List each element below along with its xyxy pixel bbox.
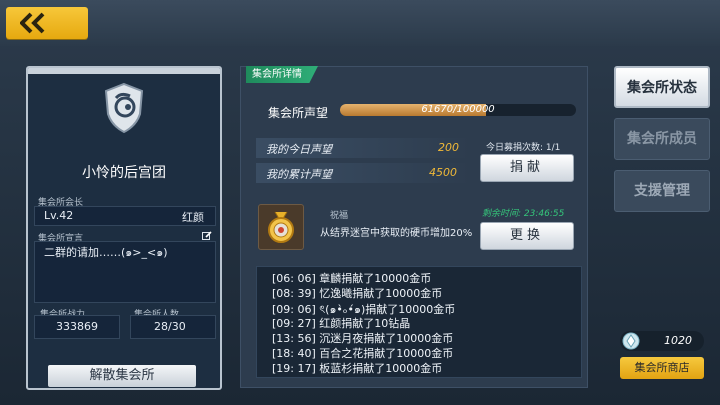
back-button[interactable] (6, 7, 88, 39)
gem-icon (622, 332, 640, 350)
guild-name: 小怜的后宫团 (82, 165, 166, 181)
leader-level: Lv.42 (44, 209, 74, 222)
blessing-medal-icon (268, 211, 294, 243)
reputation-text: 61670/100000 (421, 104, 495, 115)
donate-button[interactable]: 捐献 (480, 154, 574, 182)
tab-support-management[interactable]: 支援管理 (614, 170, 710, 212)
edit-icon[interactable] (202, 231, 212, 241)
guild-shop-button[interactable]: 集会所商店 (620, 357, 704, 379)
back-arrow-icon (20, 12, 45, 34)
tab-guild-status[interactable]: 集会所状态 (614, 66, 710, 108)
blessing-title: 祝福 (330, 211, 349, 221)
disband-button[interactable]: 解散集会所 (48, 365, 196, 387)
detail-tab: 集会所详情 (246, 66, 318, 83)
guild-emblem-icon (104, 82, 144, 134)
currency-value: 1020 (664, 334, 692, 347)
total-reputation-value: 4500 (429, 166, 457, 179)
remaining-time: 剩余时间: 23:46:55 (482, 209, 565, 219)
change-button[interactable]: 更换 (480, 222, 574, 250)
log-line: [19: 17] 板蓝杉捐献了10000金币 (272, 362, 443, 375)
total-reputation-label: 我的累计声望 (266, 168, 332, 181)
leader-name: 红颜 (182, 211, 204, 224)
log-line: [13: 56] 沉迷月夜捐献了10000金币 (272, 332, 454, 345)
log-line: [09: 27] 红颜捐献了10钻晶 (272, 317, 411, 330)
guild-card (26, 66, 222, 390)
tab-guild-members[interactable]: 集会所成员 (614, 118, 710, 160)
card-top-strip (28, 68, 220, 74)
log-line: [08: 39] 忆逸曦捐献了10000金币 (272, 287, 443, 300)
log-line: [06: 06] 章麟捐献了10000金币 (272, 272, 432, 285)
members-value: 28/30 (154, 320, 186, 333)
power-value: 333869 (56, 320, 98, 333)
top-bar (0, 0, 720, 46)
today-reputation-label: 我的今日声望 (266, 143, 332, 156)
log-line: [18: 40] 百合之花捐献了10000金币 (272, 347, 454, 360)
today-reputation-value: 200 (438, 141, 459, 154)
blessing-description: 从结界迷宫中获取的硬币增加20% (320, 228, 473, 239)
motto-text: 二群的请加……(๑>_<๑) (44, 246, 168, 259)
donate-count: 今日募捐次数: 1/1 (486, 143, 561, 153)
reputation-label: 集会所声望 (268, 106, 329, 120)
